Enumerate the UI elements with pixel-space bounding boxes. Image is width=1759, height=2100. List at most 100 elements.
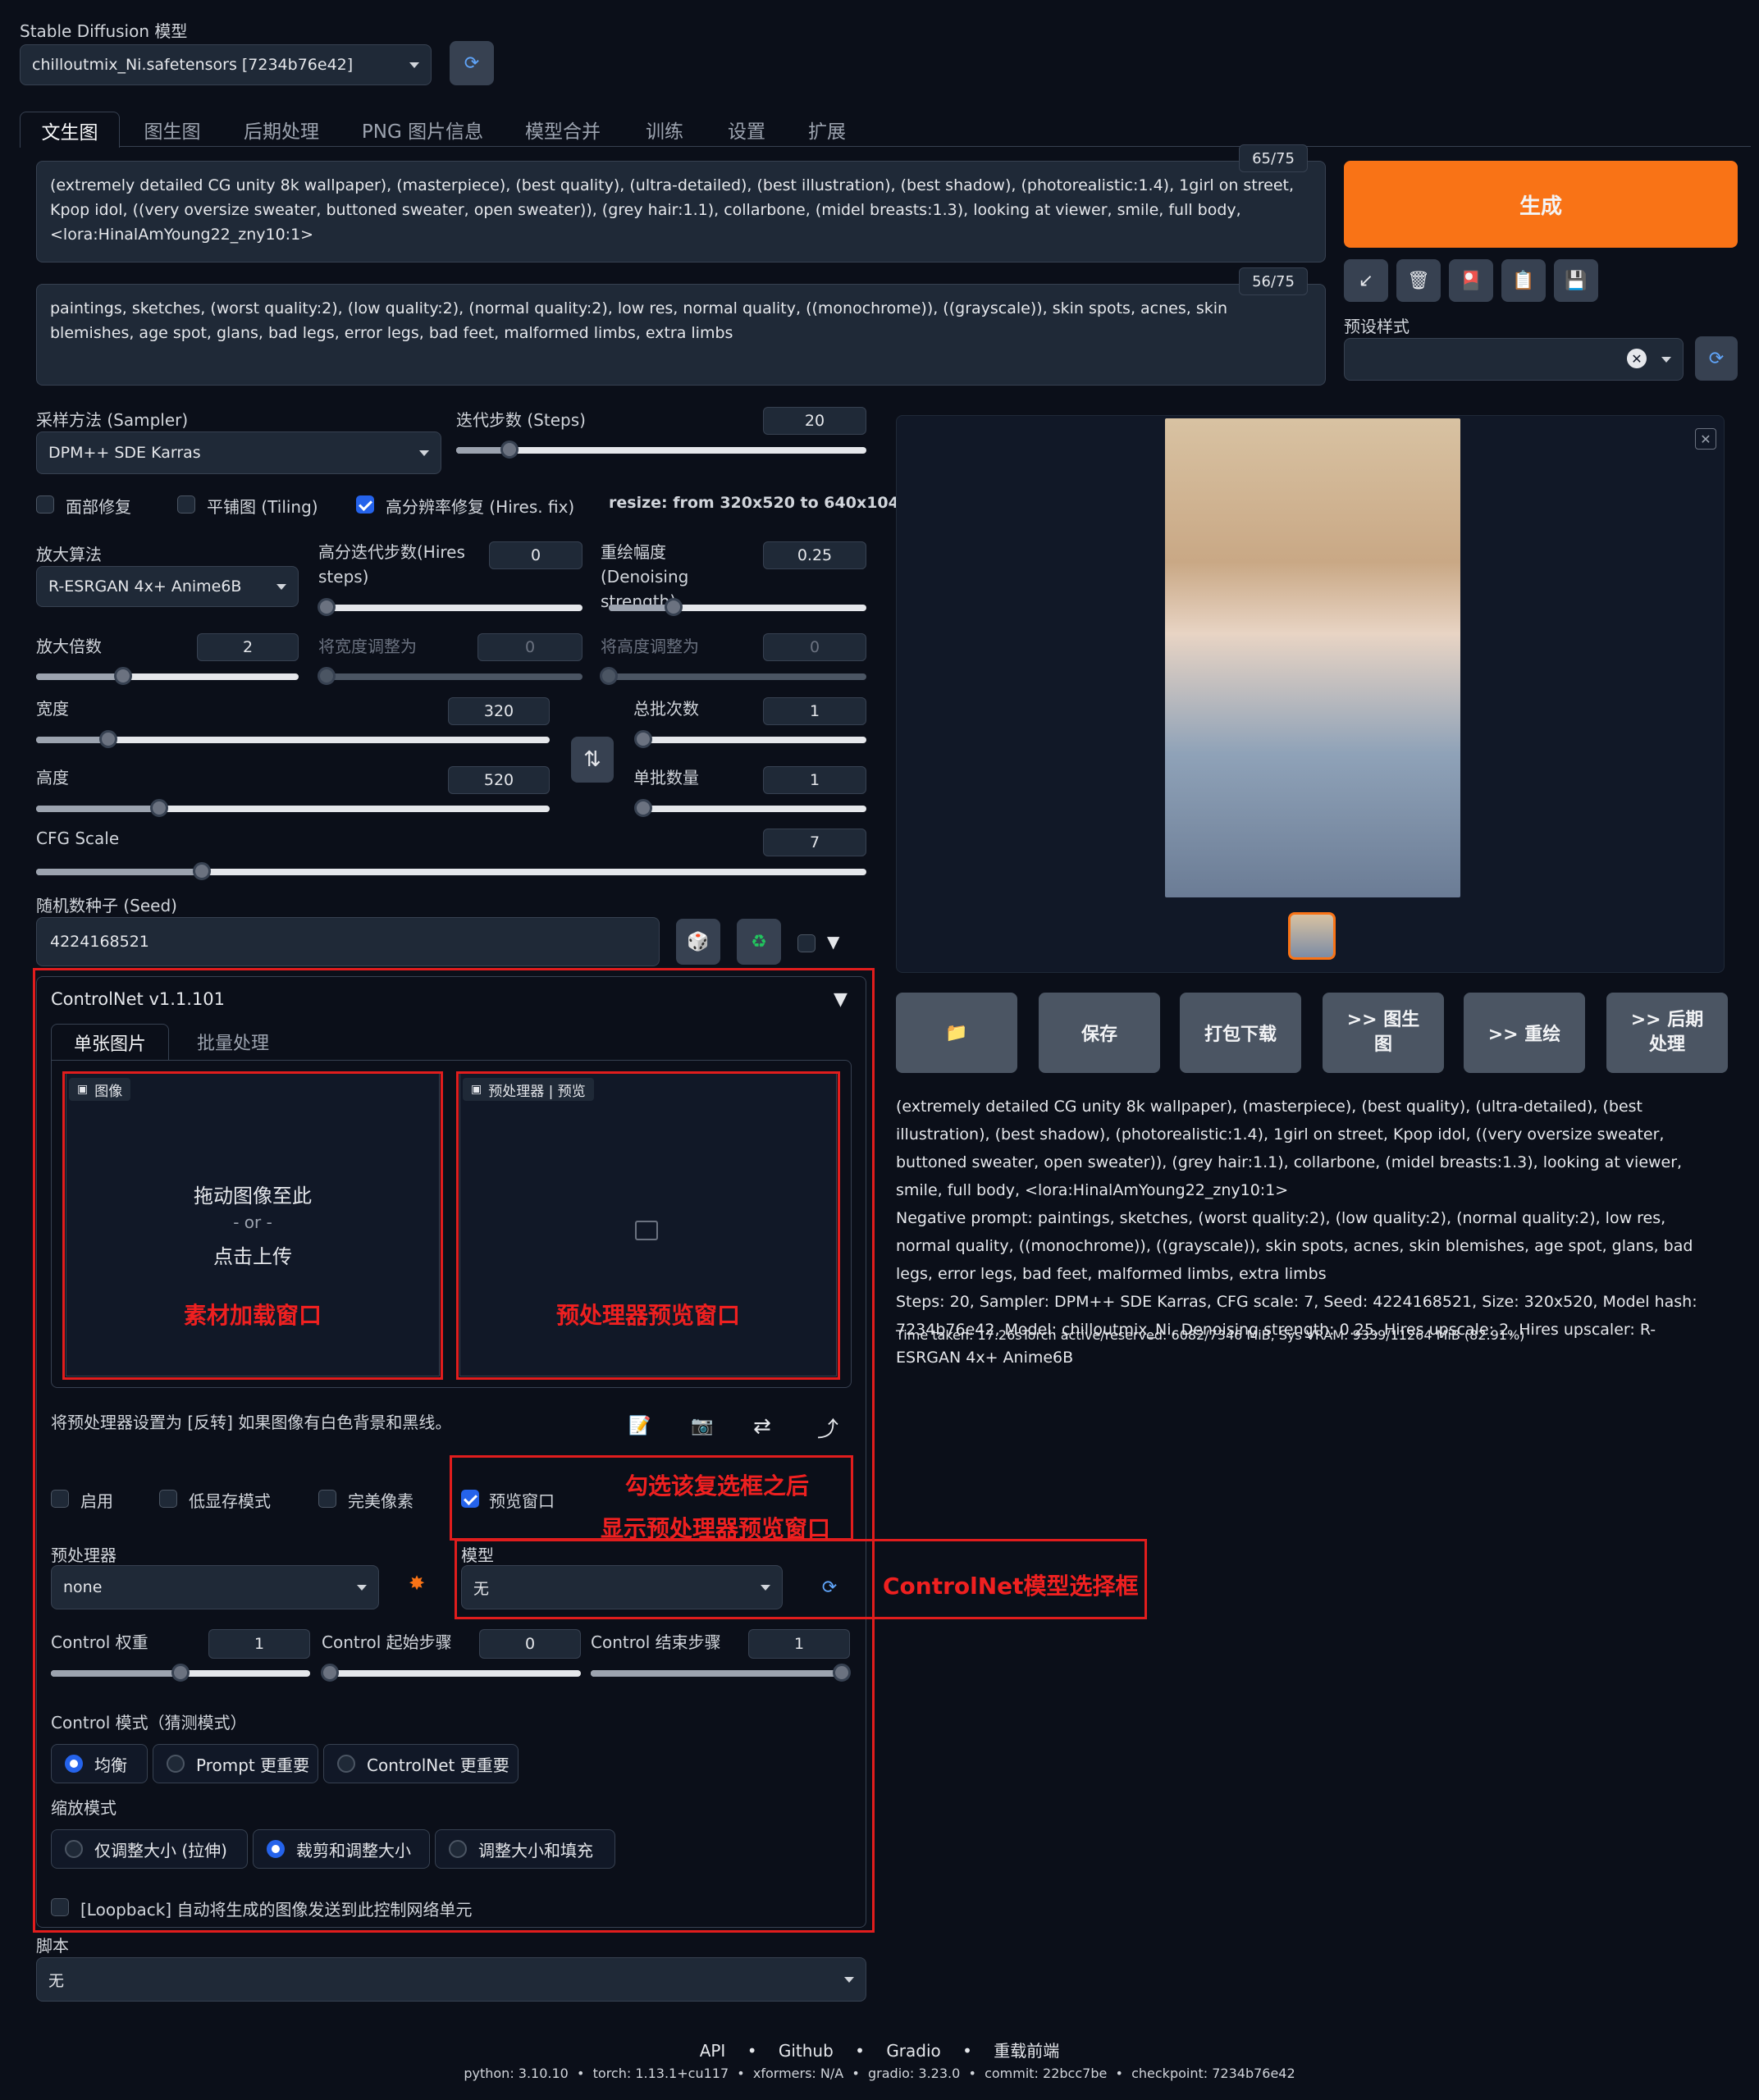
- zip-download-button[interactable]: 打包下载: [1180, 993, 1301, 1073]
- reuse-seed-button[interactable]: ♻: [737, 919, 781, 965]
- extra-networks-button[interactable]: 🎴: [1449, 259, 1493, 302]
- refresh-models-button[interactable]: ⟳: [450, 41, 494, 85]
- upscaler-value: R-ESRGAN 4x+ Anime6B: [48, 578, 242, 596]
- tab-txt2img[interactable]: 文生图: [20, 112, 120, 148]
- sampler-label: 采样方法 (Sampler): [36, 410, 189, 430]
- tab-settings[interactable]: 设置: [714, 112, 779, 148]
- resize-width-input[interactable]: 0: [477, 633, 583, 661]
- folder-icon: 📁: [945, 1022, 968, 1043]
- face-restore-label: 面部修复: [66, 497, 131, 517]
- seed-label: 随机数种子 (Seed): [36, 896, 177, 915]
- footer-link-gradio[interactable]: Gradio: [886, 2041, 940, 2061]
- denoising-slider[interactable]: [609, 598, 866, 616]
- denoising-input[interactable]: 0.25: [763, 541, 866, 569]
- seed-input[interactable]: 4224168521: [36, 917, 660, 966]
- face-restore-checkbox[interactable]: [36, 495, 54, 514]
- close-icon[interactable]: ✕: [1695, 428, 1716, 450]
- tab-png-info[interactable]: PNG 图片信息: [351, 112, 494, 148]
- triangle-down-icon[interactable]: ▼: [827, 932, 839, 952]
- height-slider[interactable]: [36, 799, 550, 817]
- refresh-icon: ⟳: [464, 52, 480, 74]
- footer-link-reload[interactable]: 重载前端: [994, 2041, 1059, 2061]
- open-folder-button[interactable]: 📁: [896, 993, 1017, 1073]
- width-input[interactable]: 320: [448, 697, 550, 725]
- clear-prompt-button[interactable]: 🗑: [1396, 259, 1441, 302]
- footer-separator: •: [962, 2041, 972, 2061]
- seed-value: 4224168521: [50, 933, 149, 951]
- model-selector-label: Stable Diffusion 模型: [20, 21, 188, 41]
- footer-links: API • Github • Gradio • 重载前端: [0, 2038, 1759, 2061]
- resize-info: resize: from 320x520 to 640x1040: [609, 494, 911, 512]
- resize-width-slider[interactable]: [318, 667, 583, 685]
- script-label: 脚本: [36, 1936, 69, 1956]
- batch-size-input[interactable]: 1: [763, 766, 866, 794]
- footer-versions: python: 3.10.10 • torch: 1.13.1+cu117 • …: [464, 2066, 1295, 2081]
- annotation-upload-box: [62, 1071, 443, 1380]
- save-button[interactable]: 保存: [1039, 993, 1160, 1073]
- hires-steps-slider[interactable]: [318, 598, 583, 616]
- footer-separator: •: [747, 2041, 757, 2061]
- resize-height-slider[interactable]: [600, 667, 866, 685]
- generate-button[interactable]: 生成: [1344, 161, 1738, 248]
- prompt-token-counter: 65/75: [1239, 144, 1308, 172]
- tab-train[interactable]: 训练: [632, 112, 697, 148]
- swap-vertical-icon: ⇅: [583, 747, 601, 772]
- script-value: 无: [48, 1971, 65, 1990]
- tab-extensions[interactable]: 扩展: [794, 112, 860, 148]
- resize-height-label: 将高度调整为: [601, 637, 699, 656]
- hires-steps-label: 高分迭代步数(Hires steps): [318, 542, 465, 587]
- random-seed-button[interactable]: 🎲: [676, 919, 720, 965]
- annotation-upload-text: 素材加载窗口: [183, 1302, 322, 1329]
- clear-icon[interactable]: ✕: [1627, 349, 1647, 368]
- sampler-value: DPM++ SDE Karras: [48, 444, 201, 462]
- extra-seed-checkbox[interactable]: [797, 934, 816, 952]
- batch-count-label: 总批次数: [633, 699, 699, 719]
- send-to-img2img-button[interactable]: >> 图生 图: [1323, 993, 1444, 1073]
- styles-dropdown[interactable]: ✕: [1344, 338, 1684, 381]
- batch-count-input[interactable]: 1: [763, 697, 866, 725]
- send-to-inpaint-button[interactable]: >> 重绘: [1464, 993, 1585, 1073]
- height-input[interactable]: 520: [448, 766, 550, 794]
- batch-count-slider[interactable]: [634, 730, 866, 748]
- upscale-by-input[interactable]: 2: [197, 633, 299, 661]
- model-selector-dropdown[interactable]: chilloutmix_Ni.safetensors [7234b76e42]: [20, 44, 432, 85]
- send-to-extras-button[interactable]: >> 后期 处理: [1606, 993, 1728, 1073]
- trash-icon: 🗑: [1407, 270, 1430, 291]
- tab-img2img[interactable]: 图生图: [128, 112, 217, 148]
- sampler-dropdown[interactable]: DPM++ SDE Karras: [36, 431, 441, 474]
- hires-fix-label: 高分辨率修复 (Hires. fix): [386, 497, 575, 517]
- refresh-icon: ⟳: [1708, 348, 1725, 369]
- tiling-label: 平铺图 (Tiling): [207, 497, 318, 517]
- hires-fix-checkbox[interactable]: [356, 495, 374, 514]
- chevron-down-icon: [1661, 357, 1671, 363]
- negative-prompt-textarea[interactable]: paintings, sketches, (worst quality:2), …: [36, 284, 1326, 386]
- model-selector-value: chilloutmix_Ni.safetensors [7234b76e42]: [32, 56, 354, 74]
- hires-steps-input[interactable]: 0: [489, 541, 583, 569]
- save-style-button[interactable]: 💾: [1554, 259, 1598, 302]
- steps-input[interactable]: 20: [763, 407, 866, 435]
- negative-token-counter: 56/75: [1239, 267, 1308, 295]
- tab-merge[interactable]: 模型合并: [512, 112, 614, 148]
- batch-size-slider[interactable]: [634, 799, 866, 817]
- footer-link-github[interactable]: Github: [779, 2041, 834, 2061]
- apply-style-button[interactable]: 📋: [1501, 259, 1546, 302]
- cfg-slider[interactable]: [36, 862, 866, 880]
- tab-extras[interactable]: 后期处理: [230, 112, 333, 148]
- script-dropdown[interactable]: 无: [36, 1957, 866, 2002]
- refresh-styles-button[interactable]: ⟳: [1695, 336, 1738, 381]
- clipboard-icon: 📋: [1512, 270, 1535, 291]
- tiling-checkbox[interactable]: [177, 495, 195, 514]
- resize-height-input[interactable]: 0: [763, 633, 866, 661]
- generated-image[interactable]: [1165, 418, 1460, 897]
- styles-label: 预设样式: [1344, 317, 1409, 336]
- upscaler-dropdown[interactable]: R-ESRGAN 4x+ Anime6B: [36, 566, 299, 607]
- read-params-button[interactable]: ↙: [1344, 259, 1388, 302]
- swap-dimensions-button[interactable]: ⇅: [571, 737, 614, 783]
- prompt-textarea[interactable]: (extremely detailed CG unity 8k wallpape…: [36, 161, 1326, 262]
- thumbnail[interactable]: [1288, 912, 1336, 960]
- width-slider[interactable]: [36, 730, 550, 748]
- cfg-input[interactable]: 7: [763, 829, 866, 856]
- steps-slider[interactable]: [456, 441, 866, 459]
- footer-link-api[interactable]: API: [700, 2041, 726, 2061]
- upscale-by-slider[interactable]: [36, 667, 299, 685]
